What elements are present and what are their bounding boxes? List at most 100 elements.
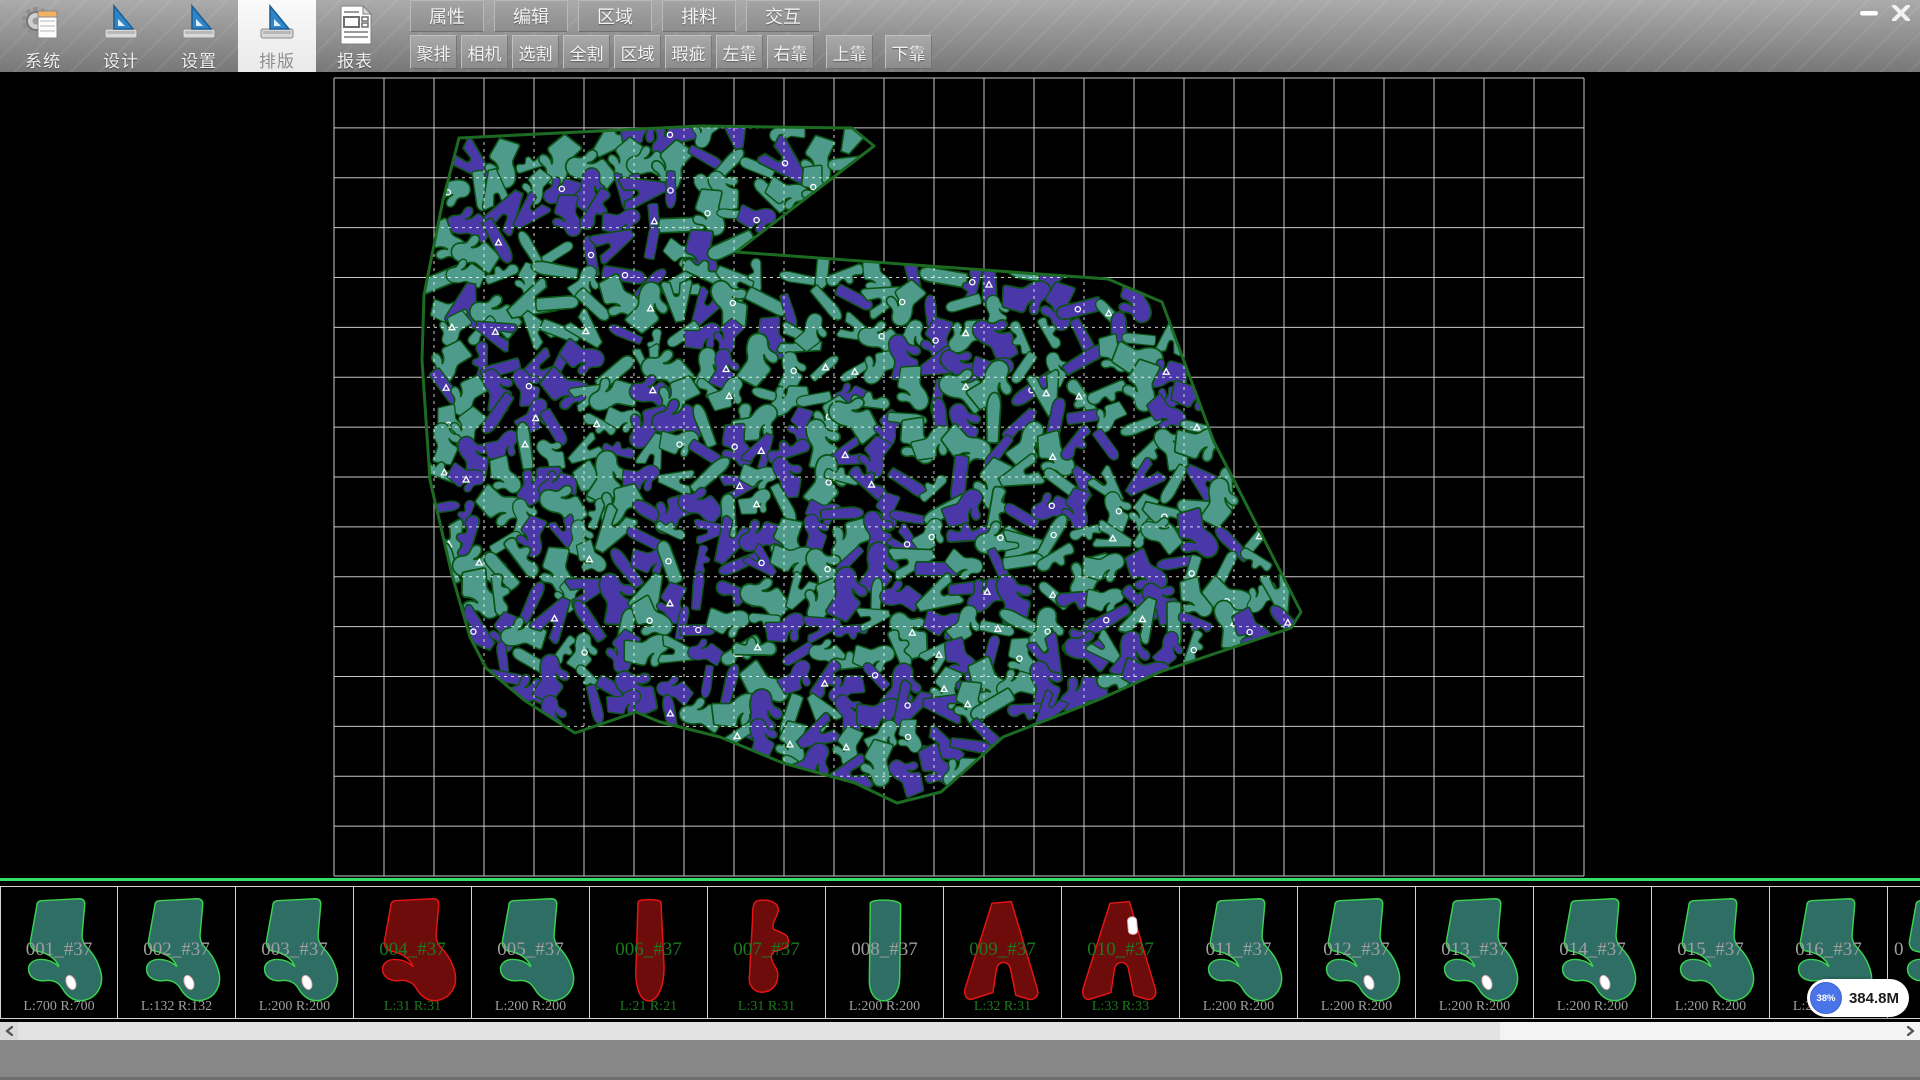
chevron-left-icon bbox=[5, 1026, 13, 1036]
piece-lr-count: L:200 R:200 bbox=[1416, 999, 1533, 1015]
piece-id: 013_#37 bbox=[1416, 939, 1533, 961]
piece-thumbnail[interactable]: 014_#37 L:200 R:200 bbox=[1534, 886, 1652, 1019]
system-gear-icon bbox=[21, 3, 65, 47]
app-button-design[interactable]: 设计 bbox=[82, 0, 160, 72]
piece-lr-count: L:200 R:200 bbox=[472, 999, 589, 1015]
piece-lr-count: L:21 R:21 bbox=[590, 999, 707, 1015]
app-button-settings[interactable]: 设置 bbox=[160, 0, 238, 72]
piece-id: 015_#37 bbox=[1652, 939, 1769, 961]
app-button-label: 报表 bbox=[337, 47, 373, 72]
nesting-drawing bbox=[0, 72, 1920, 878]
tool-button-cut-all[interactable]: 全割 bbox=[563, 35, 610, 69]
tool-button-align-right[interactable]: 右靠 bbox=[767, 35, 814, 69]
piece-id: 009_#37 bbox=[944, 939, 1061, 961]
piece-thumbnail[interactable]: 003_#37 L:200 R:200 bbox=[236, 886, 354, 1019]
piece-thumbnail[interactable]: 007_#37 L:31 R:31 bbox=[708, 886, 826, 1019]
piece-lr-count: L:31 R:31 bbox=[708, 999, 825, 1015]
tool-button-align-left[interactable]: 左靠 bbox=[716, 35, 763, 69]
piece-lr-count: L:31 R:31 bbox=[354, 999, 471, 1015]
app-button-layout[interactable]: 排版 bbox=[238, 0, 316, 72]
tool-button-align-top[interactable]: 上靠 bbox=[826, 35, 873, 69]
piece-thumbnail[interactable]: 012_#37 L:200 R:200 bbox=[1298, 886, 1416, 1019]
tool-button-select-cut[interactable]: 选割 bbox=[512, 35, 559, 69]
piece-id: 006_#37 bbox=[590, 939, 707, 961]
minimize-button[interactable] bbox=[1856, 4, 1882, 22]
tool-button-align-bottom[interactable]: 下靠 bbox=[885, 35, 932, 69]
status-bar bbox=[0, 1040, 1920, 1080]
app-button-system[interactable]: 系统 bbox=[4, 0, 82, 72]
piece-lr-count: L:132 R:132 bbox=[118, 999, 235, 1015]
settings-ruler-icon bbox=[177, 3, 221, 47]
scrollbar-thumb[interactable] bbox=[18, 1022, 1500, 1040]
application-window: 系统 设计 设置 bbox=[0, 0, 1920, 1080]
report-doc-icon bbox=[333, 3, 377, 47]
tool-button-defect[interactable]: 瑕疵 bbox=[665, 35, 712, 69]
piece-id: 0 bbox=[1888, 939, 1920, 961]
piece-id: 016_#37 bbox=[1770, 939, 1887, 961]
menu-tab-properties[interactable]: 属性 bbox=[410, 0, 484, 32]
piece-lr-count: L:700 R:700 bbox=[1, 999, 117, 1015]
tool-button-camera[interactable]: 相机 bbox=[461, 35, 508, 69]
piece-thumbnail[interactable]: 009_#37 L:32 R:31 bbox=[944, 886, 1062, 1019]
menu-area: 属性 编辑 区域 排料 交互 聚排 相机 选割 全割 区域 瑕疵 左靠 右靠 上… bbox=[410, 0, 936, 69]
close-button[interactable] bbox=[1888, 4, 1914, 22]
piece-id: 012_#37 bbox=[1298, 939, 1415, 961]
minimize-icon bbox=[1859, 7, 1879, 19]
memory-value: 384.8M bbox=[1849, 990, 1899, 1007]
chevron-right-icon bbox=[1907, 1026, 1915, 1036]
design-ruler-icon bbox=[99, 3, 143, 47]
piece-id: 008_#37 bbox=[826, 939, 943, 961]
menu-tab-row: 属性 编辑 区域 排料 交互 bbox=[410, 0, 936, 32]
piece-thumbnail[interactable]: 010_#37 L:33 R:33 bbox=[1062, 886, 1180, 1019]
pieces-strip: 001_#37L:700 R:700002_#37L:132 R:132003_… bbox=[0, 878, 1920, 1022]
piece-id: 003_#37 bbox=[236, 939, 353, 961]
window-controls bbox=[1856, 4, 1914, 22]
piece-id: 005_#37 bbox=[472, 939, 589, 961]
app-button-label: 设计 bbox=[103, 47, 139, 72]
tool-button-cluster-nest[interactable]: 聚排 bbox=[410, 35, 457, 69]
piece-lr-count: L:200 R:200 bbox=[1298, 999, 1415, 1015]
piece-thumbnail[interactable]: 011_#37 L:200 R:200 bbox=[1180, 886, 1298, 1019]
piece-id: 014_#37 bbox=[1534, 939, 1651, 961]
piece-thumbnail[interactable]: 006_#37 L:21 R:21 bbox=[590, 886, 708, 1019]
piece-lr-count: L:200 R:200 bbox=[826, 999, 943, 1015]
app-icon-strip: 系统 设计 设置 bbox=[4, 0, 394, 72]
memory-status: 38% 384.8M bbox=[1807, 979, 1909, 1017]
piece-thumbnail[interactable]: 013_#37 L:200 R:200 bbox=[1416, 886, 1534, 1019]
piece-lr-count: L:33 R:33 bbox=[1062, 999, 1179, 1015]
piece-id: 010_#37 bbox=[1062, 939, 1179, 961]
piece-lr-count: L:32 R:31 bbox=[944, 999, 1061, 1015]
piece-thumbnail[interactable]: 004_#37 L:31 R:31 bbox=[354, 886, 472, 1019]
app-button-label: 设置 bbox=[181, 47, 217, 72]
piece-thumbnail[interactable]: 001_#37 L:700 R:700 bbox=[0, 886, 118, 1019]
piece-id: 011_#37 bbox=[1180, 939, 1297, 961]
menu-tab-edit[interactable]: 编辑 bbox=[494, 0, 568, 32]
app-button-label: 系统 bbox=[25, 47, 61, 72]
piece-thumbnail[interactable]: 002_#37 L:132 R:132 bbox=[118, 886, 236, 1019]
piece-id: 001_#37 bbox=[1, 939, 117, 961]
piece-id: 002_#37 bbox=[118, 939, 235, 961]
piece-lr-count: L:200 R:200 bbox=[1534, 999, 1651, 1015]
piece-thumbnail[interactable]: 008_#37 L:200 R:200 bbox=[826, 886, 944, 1019]
nesting-canvas[interactable] bbox=[0, 72, 1920, 878]
scroll-left-button[interactable] bbox=[0, 1022, 18, 1040]
piece-id: 007_#37 bbox=[708, 939, 825, 961]
piece-thumbnail[interactable]: 005_#37 L:200 R:200 bbox=[472, 886, 590, 1019]
scroll-right-button[interactable] bbox=[1902, 1022, 1920, 1040]
tool-button-row: 聚排 相机 选割 全割 区域 瑕疵 左靠 右靠 上靠 下靠 bbox=[410, 35, 936, 69]
menu-tab-region[interactable]: 区域 bbox=[578, 0, 652, 32]
horizontal-scrollbar[interactable] bbox=[0, 1022, 1920, 1040]
tool-button-region[interactable]: 区域 bbox=[614, 35, 661, 69]
piece-thumbnail[interactable]: 015_#37L:200 R:200 bbox=[1652, 886, 1770, 1019]
piece-id: 004_#37 bbox=[354, 939, 471, 961]
progress-circle: 38% bbox=[1810, 982, 1842, 1014]
main-toolbar: 系统 设计 设置 bbox=[0, 0, 1920, 72]
close-icon bbox=[1892, 5, 1910, 21]
menu-tab-nesting[interactable]: 排料 bbox=[662, 0, 736, 32]
app-button-label: 排版 bbox=[259, 47, 295, 72]
app-button-report[interactable]: 报表 bbox=[316, 0, 394, 72]
menu-tab-interact[interactable]: 交互 bbox=[746, 0, 820, 32]
layout-ruler-icon bbox=[255, 3, 299, 47]
piece-lr-count: L:200 R:200 bbox=[236, 999, 353, 1015]
piece-lr-count: L:200 R:200 bbox=[1180, 999, 1297, 1015]
